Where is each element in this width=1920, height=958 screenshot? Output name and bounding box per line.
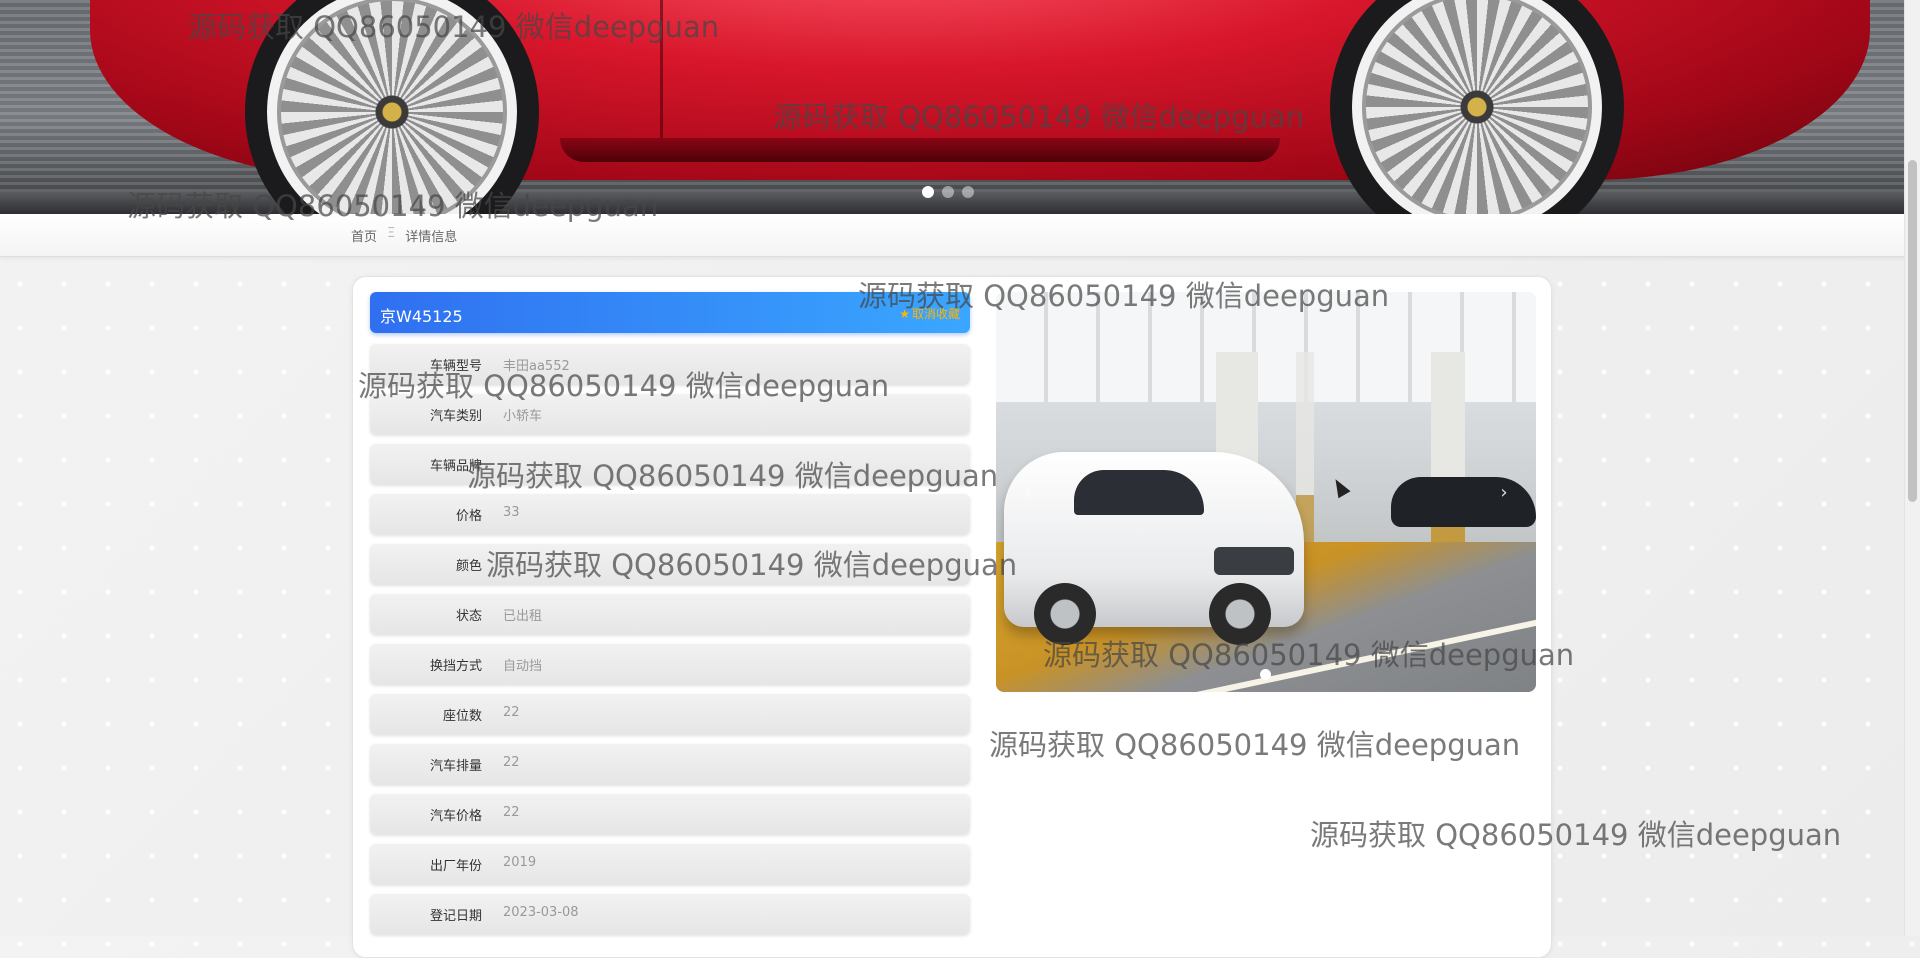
field-value: 22 bbox=[503, 805, 520, 820]
banner-carousel[interactable] bbox=[0, 0, 1905, 214]
field-row-model: 车辆型号 丰田aa552 bbox=[370, 343, 970, 384]
banner-dot-1[interactable] bbox=[922, 186, 934, 198]
detail-field-list: 车辆型号 丰田aa552 汽车类别 小轿车 车辆品牌 价格 33 颜色 状态 已… bbox=[370, 343, 970, 943]
field-value: 自动挡 bbox=[503, 659, 543, 674]
gallery-car-image bbox=[1004, 452, 1304, 645]
car-sill bbox=[560, 138, 1280, 162]
car-door-line bbox=[660, 0, 663, 145]
field-row-status: 状态 已出租 bbox=[370, 593, 970, 634]
banner-indicators bbox=[922, 186, 974, 198]
field-row-seats: 座位数 22 bbox=[370, 693, 970, 734]
field-label: 座位数 bbox=[442, 709, 482, 724]
field-row-transmission: 换挡方式 自动挡 bbox=[370, 643, 970, 684]
detail-title-bar: 京W45125 ★ 取消收藏 bbox=[370, 292, 970, 333]
star-icon: ★ bbox=[899, 307, 910, 321]
field-label: 汽车类别 bbox=[429, 409, 482, 424]
unfavorite-button[interactable]: ★ 取消收藏 bbox=[899, 305, 960, 322]
field-row-year: 出厂年份 2019 bbox=[370, 843, 970, 884]
field-value: 丰田aa552 bbox=[503, 359, 570, 374]
field-value: 22 bbox=[503, 755, 520, 770]
detail-card: 京W45125 ★ 取消收藏 车辆型号 丰田aa552 汽车类别 小轿车 车辆品牌… bbox=[352, 276, 1552, 958]
field-label: 颜色 bbox=[455, 559, 482, 574]
mouse-cursor-icon bbox=[1329, 475, 1351, 499]
field-row-register-date: 登记日期 2023-03-08 bbox=[370, 893, 970, 934]
field-label: 换挡方式 bbox=[429, 659, 482, 674]
field-value: 33 bbox=[503, 505, 520, 520]
scrollbar-thumb[interactable] bbox=[1908, 160, 1917, 502]
field-value: 2023-03-08 bbox=[503, 905, 579, 920]
field-row-category: 汽车类别 小轿车 bbox=[370, 393, 970, 434]
suv-wheel bbox=[1034, 583, 1096, 645]
gallery-prev-button[interactable]: ‹ bbox=[1016, 477, 1040, 507]
gallery-next-button[interactable]: › bbox=[1492, 477, 1516, 507]
field-label: 出厂年份 bbox=[429, 859, 482, 874]
field-value: 小轿车 bbox=[503, 409, 543, 424]
suv-grille bbox=[1214, 547, 1294, 575]
field-row-car-price: 汽车价格 22 bbox=[370, 793, 970, 834]
breadcrumb-bar: 首页 Ξ 详情信息 bbox=[0, 214, 1905, 257]
field-label: 状态 bbox=[455, 609, 482, 624]
field-value: 2019 bbox=[503, 855, 537, 870]
field-row-brand: 车辆品牌 bbox=[370, 443, 970, 484]
suv-wheel bbox=[1209, 583, 1271, 645]
breadcrumb: 首页 Ξ 详情信息 bbox=[351, 226, 457, 245]
field-label: 车辆品牌 bbox=[429, 459, 482, 474]
field-value: 22 bbox=[503, 705, 520, 720]
gallery-dot-1[interactable] bbox=[1260, 669, 1271, 680]
field-label: 登记日期 bbox=[429, 909, 482, 924]
breadcrumb-current: 详情信息 bbox=[405, 230, 458, 245]
page-title: 京W45125 bbox=[380, 307, 463, 326]
field-label: 汽车排量 bbox=[429, 759, 482, 774]
suv-window bbox=[1074, 470, 1204, 515]
field-label: 车辆型号 bbox=[429, 359, 482, 374]
field-row-displacement: 汽车排量 22 bbox=[370, 743, 970, 784]
banner-dot-3[interactable] bbox=[962, 186, 974, 198]
image-gallery[interactable]: ‹ › bbox=[996, 292, 1536, 692]
field-row-color: 颜色 bbox=[370, 543, 970, 584]
page-scrollbar[interactable] bbox=[1904, 0, 1920, 936]
field-label: 价格 bbox=[455, 509, 482, 524]
car-wheel-left bbox=[245, 0, 539, 214]
breadcrumb-home-link[interactable]: 首页 bbox=[351, 226, 377, 245]
unfavorite-label: 取消收藏 bbox=[911, 307, 960, 321]
breadcrumb-separator: Ξ bbox=[387, 226, 396, 241]
field-label: 汽车价格 bbox=[429, 809, 482, 824]
field-value: 已出租 bbox=[503, 609, 543, 624]
car-wheel-right bbox=[1330, 0, 1624, 214]
banner-dot-2[interactable] bbox=[942, 186, 954, 198]
field-row-price: 价格 33 bbox=[370, 493, 970, 534]
